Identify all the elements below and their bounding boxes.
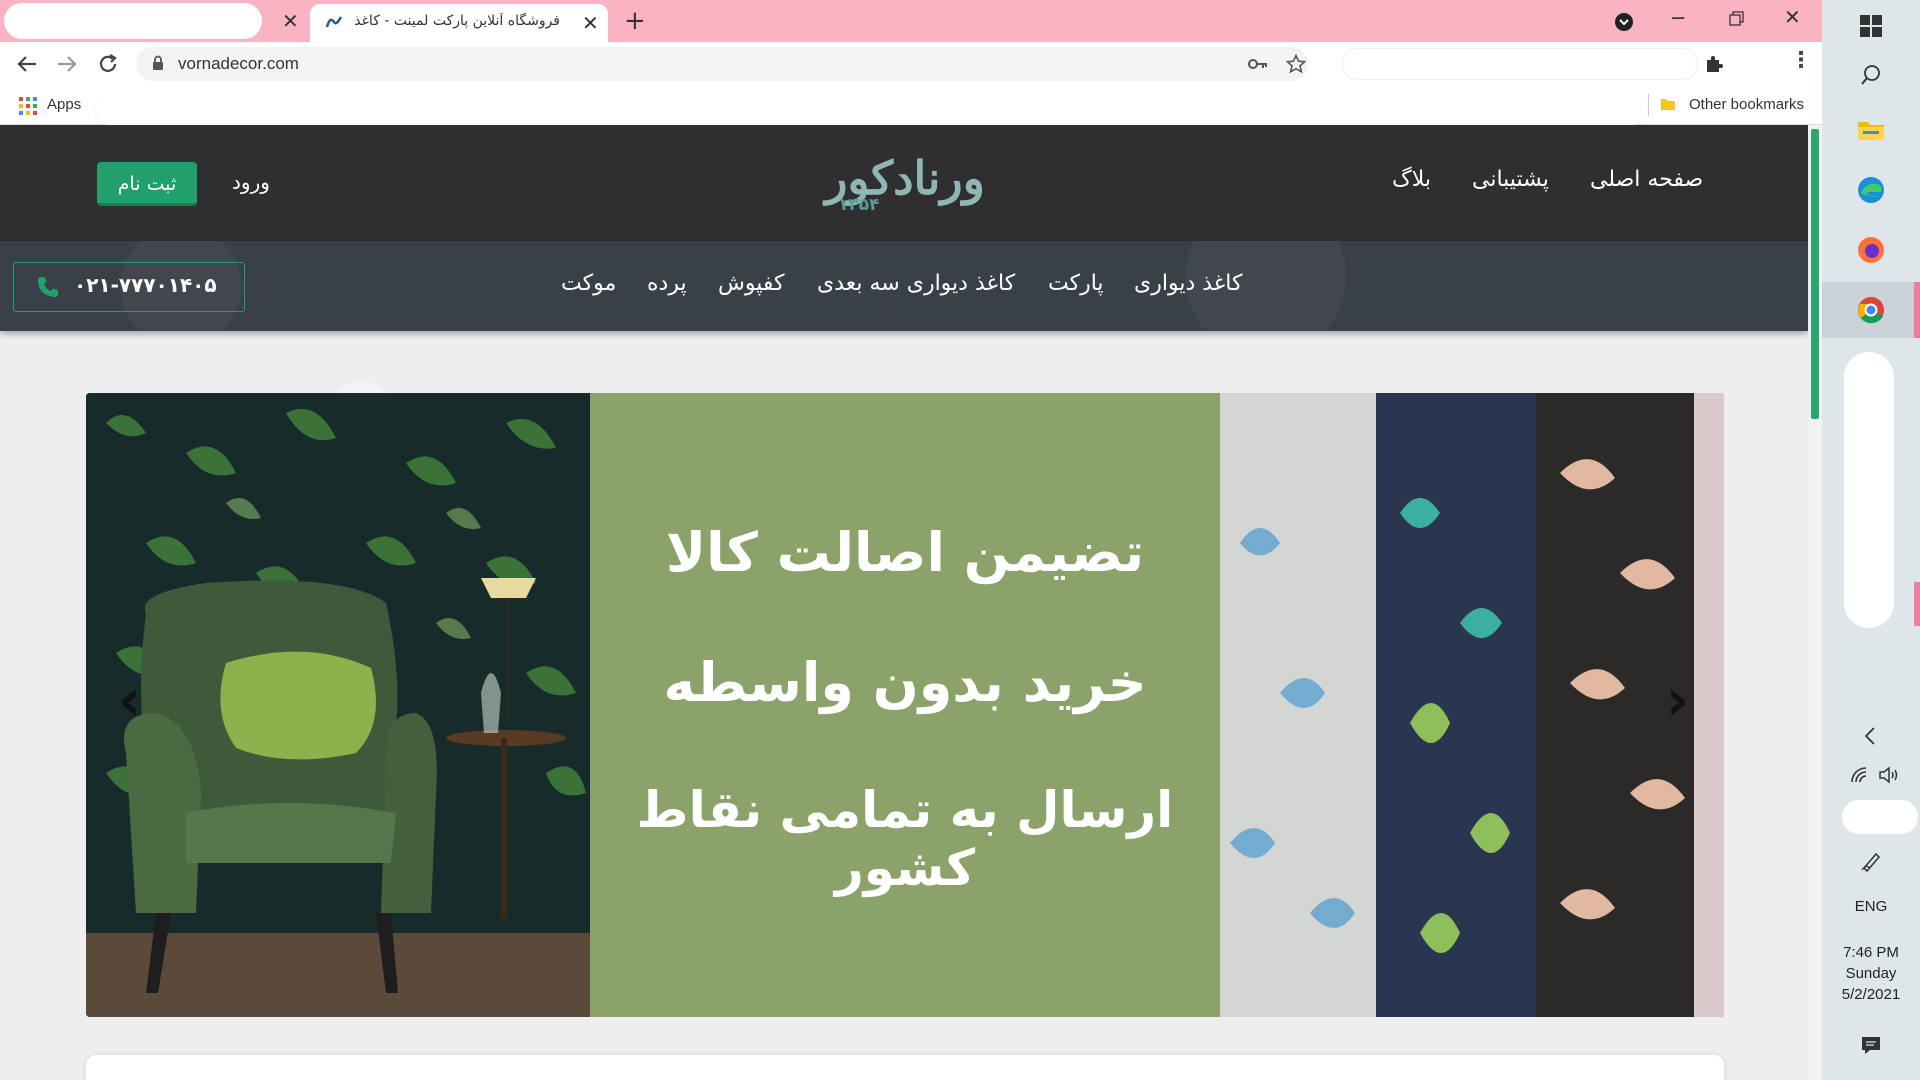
page-scrollbar[interactable] <box>1808 125 1822 1080</box>
windows-start-icon[interactable] <box>1860 15 1882 37</box>
new-tab-button[interactable]: + <box>624 8 646 34</box>
forward-arrow-icon[interactable] <box>56 54 78 74</box>
taskbar-tray-redacted <box>1842 800 1918 834</box>
profile-avatar[interactable] <box>1740 50 1776 80</box>
hero-slider[interactable]: تضیمن اصالت کالا خرید بدون واسطه ارسال ب… <box>86 393 1724 1017</box>
password-key-icon[interactable] <box>1248 57 1268 71</box>
chevron-left-icon[interactable] <box>1862 726 1878 746</box>
slogan-line-2: خرید بدون واسطه <box>663 651 1147 714</box>
site-header: صفحه اصلی پشتیبانی بلاگ ورنادکور ۱۳۵۴ ور… <box>0 125 1808 241</box>
slogan-line-3: ارسال به تمامی نقاط کشور <box>636 781 1174 897</box>
menu-kebab-icon[interactable]: ⋮ <box>1790 48 1812 73</box>
bookmarks-divider <box>1648 94 1649 116</box>
volume-icon[interactable] <box>1878 766 1900 784</box>
file-explorer-icon[interactable] <box>1857 118 1885 142</box>
wallpaper-rolls-illustration <box>1220 393 1724 1017</box>
apps-bookmark[interactable]: Apps <box>47 96 81 113</box>
register-button[interactable]: ثبت نام <box>97 162 197 206</box>
nav-home[interactable]: صفحه اصلی <box>1590 167 1703 192</box>
scrollbar-thumb[interactable] <box>1811 129 1819 419</box>
taskbar-active-indicator <box>1914 582 1920 626</box>
tab-search-icon[interactable] <box>1614 12 1634 32</box>
slide-armchair-image <box>86 393 590 1017</box>
web-page: صفحه اصلی پشتیبانی بلاگ ورنادکور ۱۳۵۴ ور… <box>0 125 1808 1080</box>
extensions-puzzle-icon[interactable] <box>1704 54 1724 74</box>
cat-wallpaper[interactable]: کاغذ دیواری <box>1134 271 1242 296</box>
bookmark-star-icon[interactable] <box>1286 54 1306 74</box>
content-card <box>86 1055 1724 1080</box>
url-text: vornadecor.com <box>178 54 299 73</box>
close-tab-icon[interactable]: ✕ <box>282 11 299 31</box>
phone-number: ۰۲۱-۷۷۷۰۱۴۰۵ <box>74 273 217 297</box>
clock-date: 5/2/2021 <box>1841 986 1901 1003</box>
slogan-line-1: تضیمن اصالت کالا <box>665 521 1145 584</box>
tab-active[interactable]: فروشگاه آنلاین پارکت لمینت - کاغذ ✕ <box>310 4 608 42</box>
search-icon[interactable] <box>1860 64 1882 86</box>
clock[interactable]: 7:46 PM Sunday 5/2/2021 <box>1822 944 1920 1003</box>
nav-support[interactable]: پشتیبانی <box>1472 167 1549 192</box>
taskbar-apps-redacted <box>1844 352 1894 628</box>
lock-icon <box>153 55 163 70</box>
slider-prev-arrow-icon[interactable]: ‹ <box>118 673 141 729</box>
cat-parquet[interactable]: پارکت <box>1048 271 1104 296</box>
firefox-icon[interactable] <box>1857 236 1885 264</box>
chrome-icon <box>1858 297 1884 324</box>
minimize-button[interactable]: ─ <box>1672 6 1684 30</box>
chrome-taskbar-item[interactable] <box>1822 282 1920 338</box>
windows-taskbar: ENG 7:46 PM Sunday 5/2/2021 <box>1822 0 1920 1080</box>
profile-area-redacted <box>1342 48 1698 80</box>
nav-blog[interactable]: بلاگ <box>1392 167 1431 192</box>
pen-ink-icon[interactable] <box>1860 850 1882 872</box>
other-bookmarks[interactable]: Other bookmarks <box>1689 96 1804 113</box>
armchair-illustration <box>86 393 590 1017</box>
slider-next-arrow-icon[interactable]: › <box>1666 673 1689 729</box>
login-link[interactable]: ورود <box>232 170 270 194</box>
cat-flooring[interactable]: کفپوش <box>718 271 784 296</box>
edge-browser-icon[interactable] <box>1857 176 1885 204</box>
clock-day: Sunday <box>1845 965 1897 982</box>
back-arrow-icon[interactable] <box>16 54 38 74</box>
category-nav: کاغذ دیواری پارکت کاغذ دیواری سه بعدی کف… <box>0 241 1808 331</box>
bookmarks-bar: Apps Other bookmarks <box>0 86 1822 126</box>
cat-3d-wallpaper[interactable]: کاغذ دیواری سه بعدی <box>817 271 1015 296</box>
browser-tabstrip: ✕ فروشگاه آنلاین پارکت لمینت - کاغذ ✕ + … <box>0 0 1822 42</box>
wifi-icon[interactable] <box>1850 766 1870 784</box>
apps-grid-icon[interactable] <box>19 97 37 115</box>
cat-curtain[interactable]: پرده <box>647 271 687 296</box>
logo-text: ورنادکور <box>825 151 986 205</box>
address-bar[interactable]: vornadecor.com <box>136 47 1308 81</box>
phone-button[interactable]: ۰۲۱-۷۷۷۰۱۴۰۵ <box>13 262 245 312</box>
input-language[interactable]: ENG <box>1822 898 1920 915</box>
slide-wallpaper-rolls-image <box>1220 393 1724 1017</box>
restore-button[interactable] <box>1729 11 1745 27</box>
bookmarks-redacted <box>96 90 1646 126</box>
close-tab-icon[interactable]: ✕ <box>582 13 599 33</box>
slide-slogan-panel: تضیمن اصالت کالا خرید بدون واسطه ارسال ب… <box>590 393 1220 1017</box>
close-window-button[interactable]: ✕ <box>1784 5 1801 29</box>
clock-time: 7:46 PM <box>1843 944 1899 961</box>
tab-redacted[interactable] <box>4 3 262 39</box>
reload-icon[interactable] <box>97 53 119 75</box>
cat-carpet[interactable]: موکت <box>561 271 616 296</box>
browser-toolbar: vornadecor.com ⋮ <box>0 42 1822 86</box>
tab-title: فروشگاه آنلاین پارکت لمینت - کاغذ <box>354 13 560 29</box>
folder-icon <box>1661 99 1675 110</box>
logo-year: ۱۳۵۴ <box>838 195 880 215</box>
phone-icon <box>38 277 58 297</box>
notification-center-icon[interactable] <box>1860 1034 1882 1056</box>
site-logo[interactable]: ورنادکور ۱۳۵۴ <box>800 151 1010 217</box>
